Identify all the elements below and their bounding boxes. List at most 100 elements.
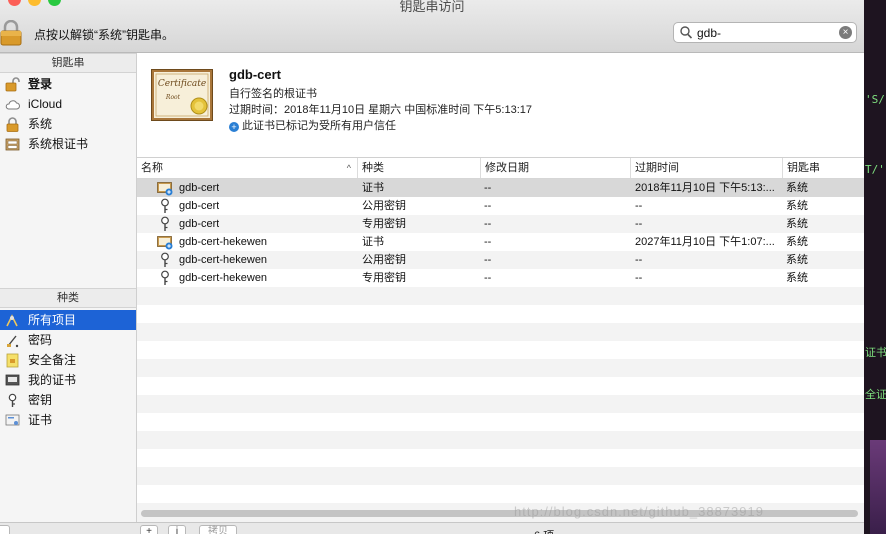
sidebar-item-certificates[interactable]: 证书 (0, 410, 136, 430)
plus-circle-icon: + (229, 122, 239, 132)
sidebar-item-label: 登录 (28, 77, 53, 91)
item-expiry: 过期时间：2018年11月10日 星期六 中国标准时间 下午5:13:17 (229, 104, 532, 116)
column-header-kind[interactable]: 种类 (358, 158, 481, 178)
table-row[interactable]: gdb-cert-hekewen 专用密钥 -- -- 系统 (137, 269, 864, 287)
keychain-window: 钥匙串访问 点按以解锁“系统”钥匙串。 gdb- × 钥匙串 登录 iCloud… (0, 0, 864, 534)
row-expires: -- (635, 200, 643, 212)
add-button[interactable]: + (140, 525, 158, 534)
sidebar-item-login[interactable]: 登录 (0, 74, 136, 94)
table-row[interactable]: gdb-cert-hekewen 证书 -- 2027年11月10日 下午1:0… (137, 233, 864, 251)
row-expires: 2027年11月10日 下午1:07:... (635, 236, 775, 248)
column-header-modified[interactable]: 修改日期 (481, 158, 631, 178)
row-modified: -- (484, 254, 492, 266)
table-row[interactable]: gdb-cert 专用密钥 -- -- 系统 (137, 215, 864, 233)
info-button[interactable]: i (168, 525, 186, 534)
row-kind: 公用密钥 (362, 254, 406, 266)
keychains-header: 钥匙串 (0, 53, 136, 73)
row-name: gdb-cert (179, 200, 220, 212)
toolbar: 钥匙串访问 点按以解锁“系统”钥匙串。 gdb- × (0, 0, 864, 53)
sidebar-item-my-certs[interactable]: 我的证书 (0, 370, 136, 390)
sidebar-toggle-button[interactable] (0, 525, 10, 534)
row-kind: 专用密钥 (362, 272, 406, 284)
watermark: http://blog.csdn.net/github_38873919 (514, 504, 764, 519)
sidebar-item-keys[interactable]: 密钥 (0, 390, 136, 410)
empty-row (137, 395, 864, 413)
row-keychain: 系统 (786, 236, 808, 248)
row-expires: -- (635, 218, 643, 230)
sidebar-item-label: 证书 (28, 413, 53, 427)
search-field[interactable]: gdb- × (673, 22, 857, 43)
sidebar-item-passwords[interactable]: 密码 (0, 330, 136, 350)
background-terminal: 'S/L T/' 证书 全证 (864, 0, 886, 534)
sidebar-item-label: 我的证书 (28, 373, 77, 387)
row-expires: -- (635, 254, 643, 266)
column-label: 过期时间 (635, 162, 679, 174)
row-expires: 2018年11月10日 下午5:13:... (635, 182, 775, 194)
row-keychain: 系统 (786, 182, 808, 194)
row-keychain: 系统 (786, 218, 808, 230)
row-name: gdb-cert-hekewen (179, 254, 268, 266)
cabinet-icon (5, 138, 20, 151)
search-input[interactable]: gdb- (697, 26, 721, 40)
password-icon (7, 335, 19, 348)
column-header-keychain[interactable]: 钥匙串 (783, 158, 864, 178)
row-name: gdb-cert (179, 218, 220, 230)
empty-row (137, 467, 864, 485)
lock-open-icon (5, 77, 20, 92)
clear-search-icon[interactable]: × (839, 26, 852, 39)
row-kind: 证书 (362, 236, 384, 248)
column-label: 种类 (362, 162, 384, 174)
cloud-icon (5, 100, 20, 110)
key-icon (161, 270, 169, 285)
sidebar-item-icloud[interactable]: iCloud (0, 94, 136, 114)
item-name: gdb-cert (229, 67, 281, 82)
row-modified: -- (484, 182, 492, 194)
column-header-name[interactable]: 名称 ^ (137, 158, 358, 178)
copy-button[interactable]: 拷贝 (199, 525, 237, 534)
key-icon (161, 252, 169, 267)
table-header: 名称 ^ 种类 修改日期 过期时间 钥匙串 (137, 158, 864, 179)
row-name: gdb-cert (179, 182, 220, 194)
empty-row (137, 287, 864, 305)
unlock-button[interactable] (0, 19, 22, 46)
sidebar-item-label: 密码 (28, 333, 53, 347)
row-modified: -- (484, 218, 492, 230)
row-kind: 公用密钥 (362, 200, 406, 212)
item-kind: 自行签名的根证书 (229, 88, 317, 100)
terminal-line: 全证 (865, 388, 886, 401)
table-row[interactable]: gdb-cert 证书 -- 2018年11月10日 下午5:13:... 系统 (137, 179, 864, 197)
row-kind: 专用密钥 (362, 218, 406, 230)
bottom-bar: + i 拷贝 6 项 (0, 522, 864, 534)
table-row[interactable]: gdb-cert-hekewen 公用密钥 -- -- 系统 (137, 251, 864, 269)
row-name: gdb-cert-hekewen (179, 236, 268, 248)
sidebar-item-system-roots[interactable]: 系统根证书 (0, 134, 136, 154)
lock-icon (0, 19, 22, 46)
sidebar-item-label: iCloud (28, 97, 63, 111)
sidebar-item-label: 密钥 (28, 393, 53, 407)
cert-art-subtitle: Root (165, 94, 181, 101)
row-modified: -- (484, 272, 492, 284)
sidebar-item-label: 安全备注 (28, 353, 77, 367)
certificate-image-icon: Certificate Root (151, 69, 213, 121)
row-modified: -- (484, 200, 492, 212)
window-title: 钥匙串访问 (399, 0, 465, 14)
sidebar-item-label: 所有项目 (28, 313, 77, 327)
item-count: 6 项 (534, 527, 554, 534)
unlock-hint: 点按以解锁“系统”钥匙串。 (34, 28, 174, 42)
column-label: 修改日期 (485, 162, 529, 174)
table-row[interactable]: gdb-cert 公用密钥 -- -- 系统 (137, 197, 864, 215)
sidebar-item-system[interactable]: 系统 (0, 114, 136, 134)
note-icon (6, 353, 19, 368)
row-keychain: 系统 (786, 200, 808, 212)
trust-text: 此证书已标记为受所有用户信任 (242, 120, 396, 132)
category-header: 种类 (0, 288, 136, 308)
sidebar-item-secure-notes[interactable]: 安全备注 (0, 350, 136, 370)
cert-icon (157, 182, 173, 196)
row-kind: 证书 (362, 182, 384, 194)
column-header-expires[interactable]: 过期时间 (631, 158, 783, 178)
sidebar-item-all-items[interactable]: 所有项目 (0, 310, 136, 330)
row-keychain: 系统 (786, 254, 808, 266)
key-icon (161, 216, 169, 231)
row-modified: -- (484, 236, 492, 248)
sidebar: 钥匙串 登录 iCloud 系统 系统根证书 种类 所有项目 密码 安全备注 我… (0, 53, 137, 523)
